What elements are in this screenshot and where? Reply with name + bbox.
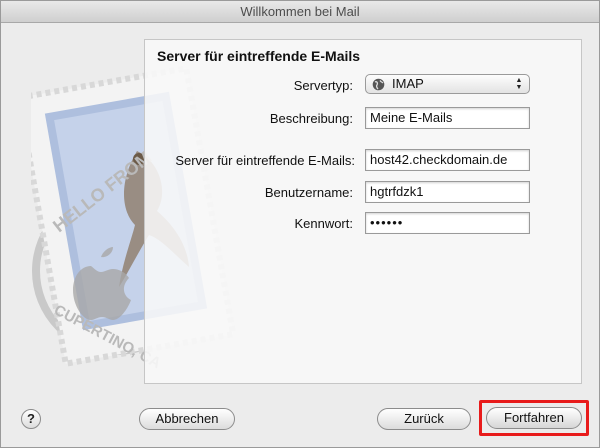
beschreibung-field[interactable]: Meine E-Mails xyxy=(365,107,530,129)
servertyp-popup[interactable]: IMAP ▲ ▼ xyxy=(365,74,530,94)
kennwort-label: Kennwort: xyxy=(294,216,353,231)
incoming-server-panel: Server für eintreffende E-Mails Serverty… xyxy=(144,39,582,384)
servertyp-value: IMAP xyxy=(392,76,424,91)
kennwort-field[interactable]: •••••• xyxy=(365,212,530,234)
window-title: Willkommen bei Mail xyxy=(1,1,599,23)
beschreibung-label: Beschreibung: xyxy=(269,111,353,126)
servertyp-label: Servertyp: xyxy=(293,78,353,93)
back-button[interactable]: Zurück xyxy=(377,408,471,430)
panel-title: Server für eintreffende E-Mails xyxy=(157,48,361,64)
server-label: Server für eintreffende E-Mails: xyxy=(175,153,355,168)
benutzername-label: Benutzername: xyxy=(264,185,353,200)
cancel-button[interactable]: Abbrechen xyxy=(139,408,235,430)
mail-setup-window: Willkommen bei Mail HELLO FROM CUPERTINO… xyxy=(0,0,600,448)
chevron-updown-icon: ▲ ▼ xyxy=(515,77,523,91)
server-field[interactable]: host42.checkdomain.de xyxy=(365,149,530,171)
benutzername-field[interactable]: hgtrfdzk1 xyxy=(365,181,530,203)
globe-icon xyxy=(372,78,385,96)
continue-button[interactable]: Fortfahren xyxy=(486,407,582,429)
help-button[interactable]: ? xyxy=(21,409,41,429)
